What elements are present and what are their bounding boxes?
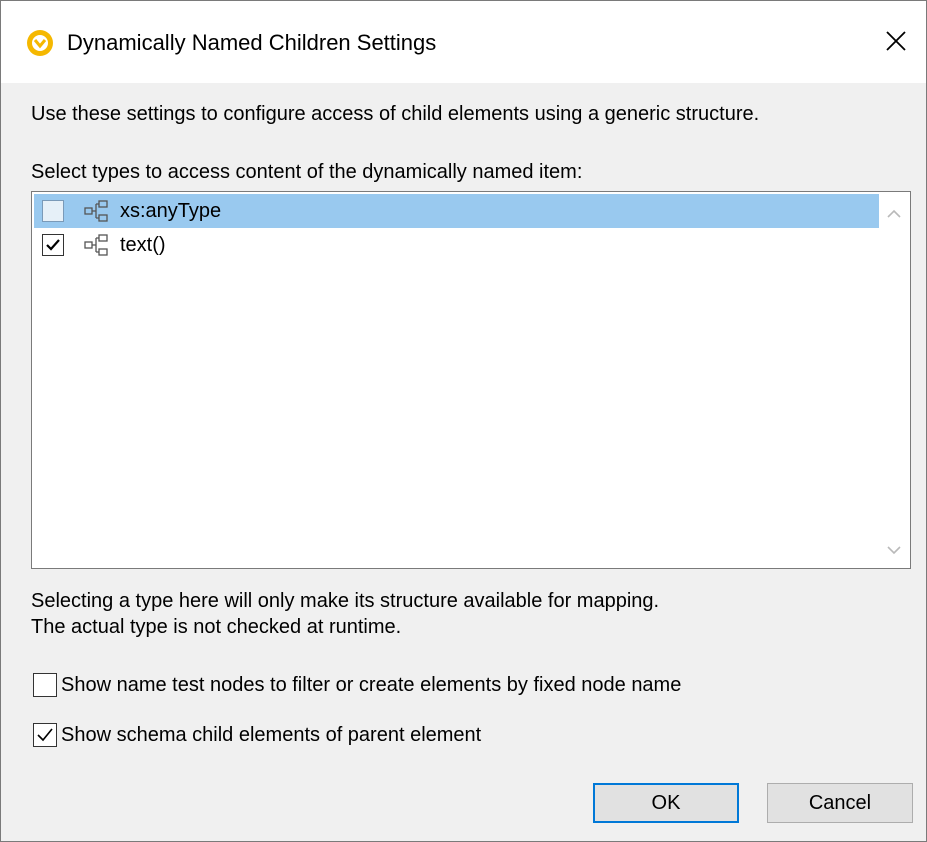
title-bar: Dynamically Named Children Settings <box>1 1 926 83</box>
intro-text: Use these settings to configure access o… <box>31 103 760 125</box>
anytype-checkbox[interactable] <box>42 200 64 222</box>
list-scrollbar[interactable] <box>879 193 909 567</box>
note-line-1: Selecting a type here will only make its… <box>31 590 660 612</box>
name-test-label: Show name test nodes to filter or create… <box>61 673 682 696</box>
note-line-2: The actual type is not checked at runtim… <box>31 616 402 638</box>
name-test-option[interactable]: Show name test nodes to filter or create… <box>33 673 681 697</box>
list-item-label: xs:anyType <box>120 199 222 222</box>
types-listbox[interactable]: xs:anyType text() <box>31 191 911 569</box>
close-button[interactable] <box>866 15 926 67</box>
text-checkbox[interactable] <box>42 234 64 256</box>
schema-children-label: Show schema child elements of parent ele… <box>61 723 482 746</box>
cancel-button[interactable]: Cancel <box>767 783 913 823</box>
ok-button[interactable]: OK <box>593 783 739 823</box>
schema-children-checkbox[interactable] <box>33 723 57 747</box>
dialog-title: Dynamically Named Children Settings <box>67 30 437 55</box>
element-tree-icon <box>84 234 108 256</box>
element-tree-icon <box>84 200 108 222</box>
checkmark-icon <box>46 239 60 251</box>
mapping-note: Selecting a type here will only make its… <box>31 588 659 640</box>
list-item-label: text() <box>120 233 166 256</box>
types-list-label: Select types to access content of the dy… <box>31 161 583 183</box>
scroll-up-icon[interactable] <box>887 209 901 219</box>
checkmark-icon <box>37 728 53 742</box>
list-item-text[interactable]: text() <box>34 228 880 262</box>
schema-children-option[interactable]: Show schema child elements of parent ele… <box>33 723 481 747</box>
scroll-down-icon[interactable] <box>887 545 901 555</box>
name-test-checkbox[interactable] <box>33 673 57 697</box>
settings-dialog: Dynamically Named Children Settings Use … <box>0 0 927 842</box>
list-item-anytype[interactable]: xs:anyType <box>34 194 880 228</box>
close-icon <box>886 31 906 51</box>
altova-app-icon <box>27 30 53 56</box>
